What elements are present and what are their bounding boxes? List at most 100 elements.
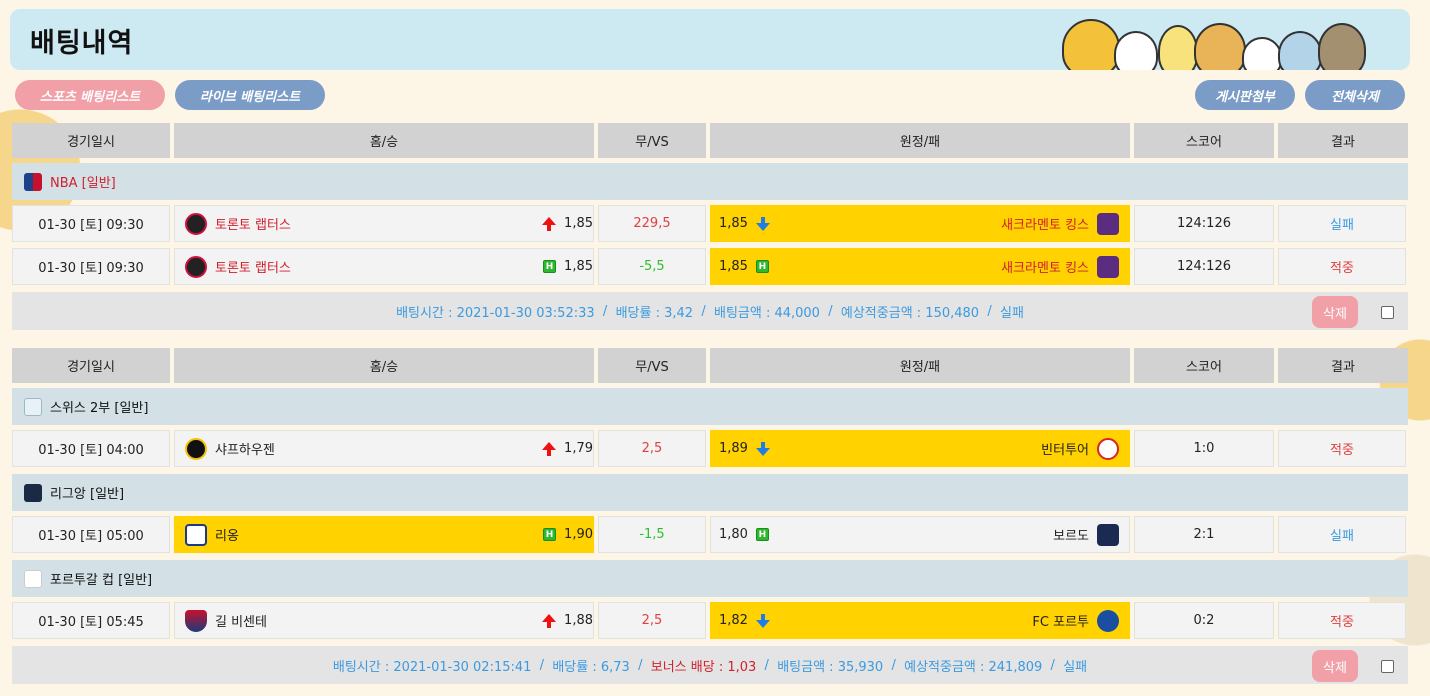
league-row: NBA [일반] — [10, 160, 1410, 203]
home-team-name: 토론토 랩터스 — [215, 218, 291, 233]
home-team-name: 샤프하우젠 — [215, 443, 275, 458]
home-odds: 1,90 — [564, 527, 593, 542]
away-odds: 1,80 — [719, 527, 748, 542]
league-name: NBA [일반] — [50, 176, 116, 191]
header-score: 스코어 — [1134, 123, 1274, 158]
winterthur-logo-icon — [1097, 437, 1119, 460]
table-row: 01-30 [토] 09:30 토론토 랩터스 1,85 229,5 1,85 … — [10, 203, 1410, 246]
header-result: 결과 — [1278, 348, 1408, 383]
select-checkbox[interactable] — [1381, 660, 1394, 673]
game-result: 실패 — [1278, 516, 1406, 553]
delete-all-button[interactable]: 전체삭제 — [1305, 80, 1405, 110]
away-team-cell[interactable]: 1,85 H 새크라멘토 킹스 — [710, 248, 1130, 285]
sports-betting-list-button[interactable]: 스포츠 배팅리스트 — [15, 80, 165, 110]
header-vs: 무/VS — [598, 348, 706, 383]
header-home: 홈/승 — [174, 348, 594, 383]
home-team-cell[interactable]: 토론토 랩터스 1,85 — [174, 205, 594, 242]
home-team-cell[interactable]: 길 비센테 1,88 — [174, 602, 594, 639]
away-team-cell[interactable]: 1,85 새크라멘토 킹스 — [710, 205, 1130, 242]
live-betting-list-button[interactable]: 라이브 배팅리스트 — [175, 80, 325, 110]
vs-value[interactable]: 2,5 — [598, 602, 706, 639]
table-row: 01-30 [토] 05:45 길 비센테 1,88 2,5 1,82 FC 포… — [10, 600, 1410, 643]
handicap-badge-icon: H — [543, 260, 557, 273]
bet-amount: 배팅금액 : 44,000 — [713, 305, 820, 321]
game-date: 01-30 [토] 04:00 — [12, 430, 170, 467]
delete-button[interactable]: 삭제 — [1312, 650, 1358, 682]
ligue1-icon — [24, 483, 42, 502]
home-odds: 1,85 — [564, 259, 593, 274]
portugal-cup-icon — [24, 569, 42, 588]
delete-button[interactable]: 삭제 — [1312, 296, 1358, 328]
character-icon — [1194, 23, 1246, 70]
vs-value[interactable]: 229,5 — [598, 205, 706, 242]
page-header: 배팅내역 — [10, 9, 1410, 70]
game-date: 01-30 [토] 05:45 — [12, 602, 170, 639]
character-icon — [1278, 31, 1322, 70]
away-odds: 1,85 — [719, 216, 748, 231]
odds-down-arrow-icon — [755, 613, 770, 628]
odds-down-arrow-icon — [755, 441, 770, 456]
header-away: 원정/패 — [710, 348, 1130, 383]
game-result: 적중 — [1278, 430, 1406, 467]
handicap-badge-icon: H — [755, 528, 769, 541]
select-checkbox[interactable] — [1381, 306, 1394, 319]
raptors-logo-icon — [185, 255, 207, 278]
character-icon — [1114, 31, 1158, 70]
handicap-badge-icon: H — [755, 260, 769, 273]
home-team-name: 토론토 랩터스 — [215, 261, 291, 276]
vs-value[interactable]: -1,5 — [598, 516, 706, 553]
home-team-cell[interactable]: 리옹 H 1,90 — [174, 516, 594, 553]
game-score: 124:126 — [1134, 205, 1274, 242]
odds-up-arrow-icon — [542, 613, 557, 628]
bordeaux-logo-icon — [1097, 523, 1119, 546]
kings-logo-icon — [1097, 255, 1119, 278]
gil-vicente-logo-icon — [185, 609, 207, 632]
game-result: 적중 — [1278, 602, 1406, 639]
game-date: 01-30 [토] 09:30 — [12, 248, 170, 285]
away-team-name: 보르도 — [1053, 529, 1089, 544]
away-team-cell[interactable]: 1,89 빈터투어 — [710, 430, 1130, 467]
attach-to-board-button[interactable]: 게시판첨부 — [1195, 80, 1295, 110]
header-vs: 무/VS — [598, 123, 706, 158]
away-team-cell[interactable]: 1,82 FC 포르투 — [710, 602, 1130, 639]
expected-payout: 예상적중금액 : 241,809 — [904, 659, 1043, 675]
bet-time: 배팅시간 : 2021-01-30 02:15:41 — [332, 659, 532, 675]
header-date: 경기일시 — [12, 348, 170, 383]
home-team-cell[interactable]: 토론토 랩터스 H 1,85 — [174, 248, 594, 285]
home-team-cell[interactable]: 샤프하우젠 1,79 — [174, 430, 594, 467]
kings-logo-icon — [1097, 212, 1119, 235]
character-icon — [1318, 23, 1366, 70]
header-score: 스코어 — [1134, 348, 1274, 383]
table-header: 경기일시 홈/승 무/VS 원정/패 스코어 결과 — [10, 121, 1410, 160]
fc-porto-logo-icon — [1097, 609, 1119, 632]
character-icon — [1062, 19, 1120, 70]
header-result: 결과 — [1278, 123, 1408, 158]
page-title: 배팅내역 — [30, 28, 134, 59]
home-odds: 1,88 — [564, 613, 593, 628]
swiss-league-icon — [24, 397, 42, 416]
league-row: 리그앙 [일반] — [10, 471, 1410, 514]
vs-value[interactable]: 2,5 — [598, 430, 706, 467]
vs-value[interactable]: -5,5 — [598, 248, 706, 285]
game-result: 적중 — [1278, 248, 1406, 285]
bet-time: 배팅시간 : 2021-01-30 03:52:33 — [396, 305, 595, 321]
game-date: 01-30 [토] 05:00 — [12, 516, 170, 553]
away-team-name: 새크라멘토 킹스 — [1001, 218, 1089, 233]
lyon-logo-icon — [185, 523, 207, 546]
bonus-rate: 보너스 배당 : 1,03 — [650, 659, 757, 675]
bet-status: 실패 — [999, 305, 1024, 321]
home-team-name: 리옹 — [215, 529, 239, 544]
away-team-cell[interactable]: 1,80 H 보르도 — [710, 516, 1130, 553]
handicap-badge-icon: H — [543, 528, 557, 541]
game-score: 1:0 — [1134, 430, 1274, 467]
league-name: 스위스 2부 [일반] — [50, 401, 149, 416]
away-team-name: 새크라멘토 킹스 — [1001, 261, 1089, 276]
league-row: 스위스 2부 [일반] — [10, 385, 1410, 428]
away-team-name: FC 포르투 — [1032, 615, 1089, 630]
odds-up-arrow-icon — [542, 216, 557, 231]
table-row: 01-30 [토] 09:30 토론토 랩터스 H 1,85 -5,5 1,85 H… — [10, 246, 1410, 289]
home-odds: 1,79 — [564, 441, 593, 456]
game-score: 2:1 — [1134, 516, 1274, 553]
odds-down-arrow-icon — [755, 216, 770, 231]
bet-slip: 경기일시 홈/승 무/VS 원정/패 스코어 결과 스위스 2부 [일반] 01… — [10, 346, 1410, 687]
